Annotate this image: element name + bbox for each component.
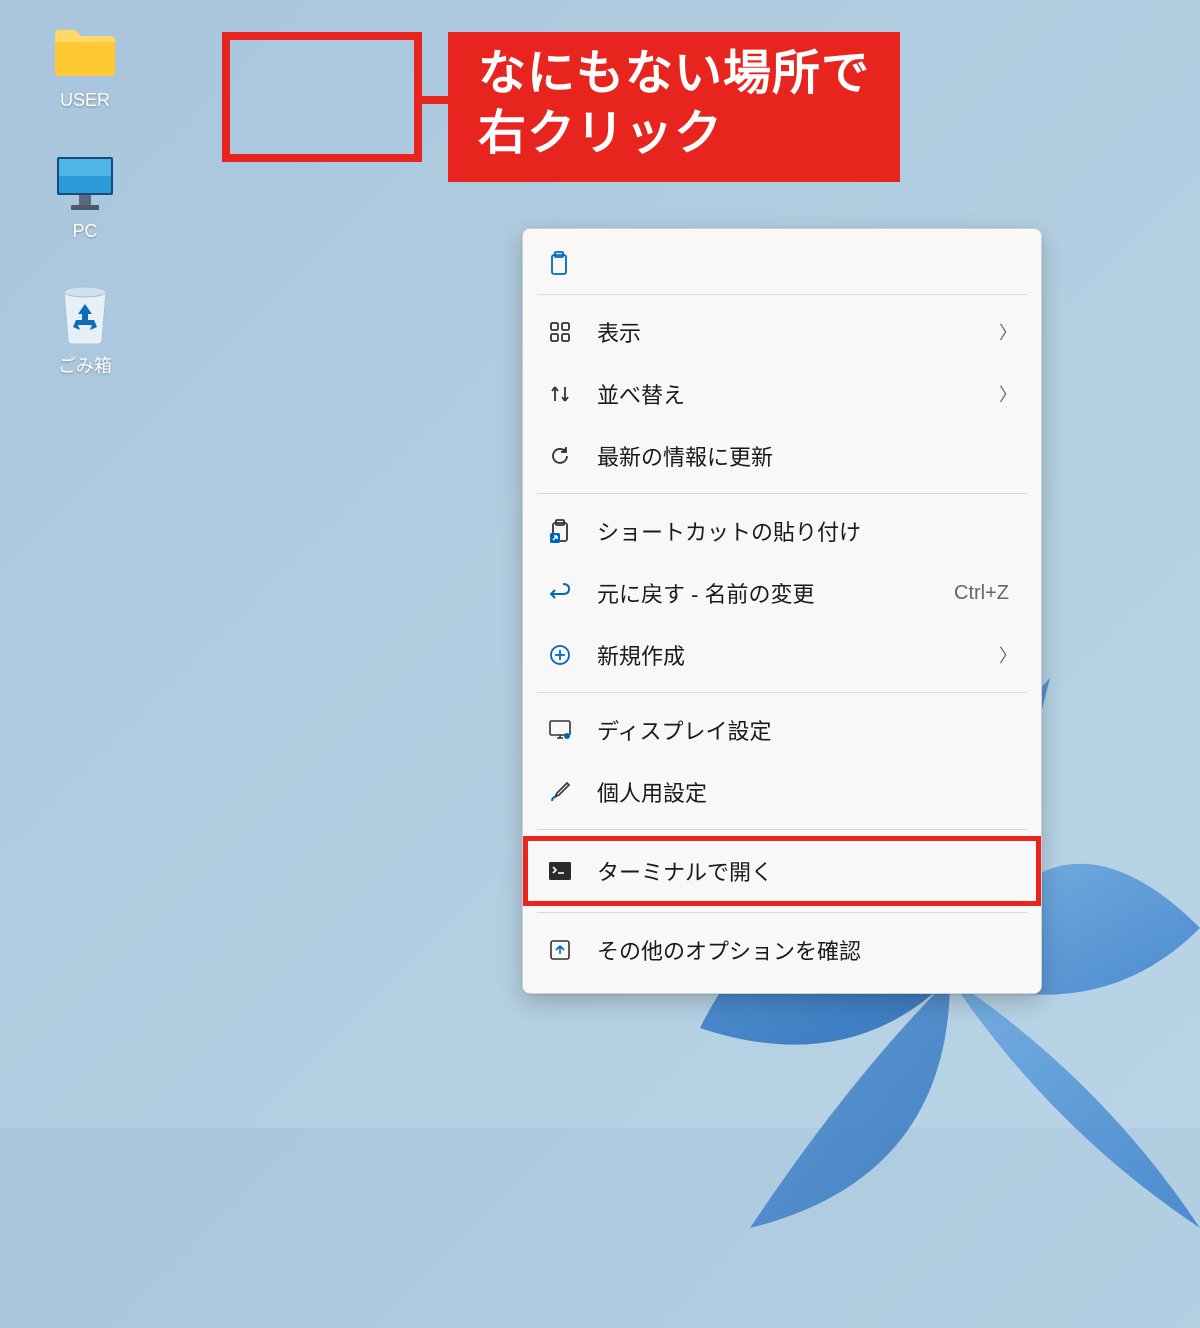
menu-item-sort[interactable]: 並べ替え 〉 [523, 363, 1041, 425]
menu-item-label: ショートカットの貼り付け [597, 515, 1017, 547]
menu-item-terminal[interactable]: ターミナルで開く [523, 836, 1041, 906]
menu-item-label: 並べ替え [597, 378, 999, 410]
menu-item-label: 個人用設定 [597, 776, 1017, 808]
undo-icon [547, 580, 573, 606]
menu-item-label: 元に戻す - 名前の変更 [597, 577, 954, 609]
menu-item-label: 新規作成 [597, 639, 999, 671]
menu-separator [537, 493, 1027, 494]
menu-item-label: 表示 [597, 316, 999, 348]
desktop-icons-column: USER PC ごみ箱 [40, 20, 130, 378]
desktop-icon-user-folder[interactable]: USER [40, 20, 130, 111]
menu-separator [537, 294, 1027, 295]
monitor-icon [53, 151, 117, 215]
menu-separator [537, 829, 1027, 830]
desktop-icon-label: ごみ箱 [58, 352, 112, 378]
terminal-icon [547, 858, 573, 884]
menu-separator [537, 692, 1027, 693]
annotation-text: なにもない場所で 右クリック [448, 32, 900, 182]
menu-item-new[interactable]: 新規作成 〉 [523, 624, 1041, 686]
menu-item-view[interactable]: 表示 〉 [523, 301, 1041, 363]
menu-item-paste-shortcut[interactable]: ショートカットの貼り付け [523, 500, 1041, 562]
desktop-context-menu: 表示 〉 並べ替え 〉 最新の情報に更新 [522, 228, 1042, 994]
paste-icon[interactable] [547, 264, 571, 281]
clipboard-row [523, 241, 1041, 288]
paintbrush-icon [547, 779, 573, 805]
menu-item-more-options[interactable]: その他のオプションを確認 [523, 919, 1041, 981]
desktop-icon-recycle-bin[interactable]: ごみ箱 [40, 282, 130, 378]
display-settings-icon [547, 717, 573, 743]
more-options-icon [547, 937, 573, 963]
chevron-right-icon: 〉 [999, 642, 1017, 668]
desktop-icon-label: PC [72, 221, 97, 242]
menu-item-shortcut: Ctrl+Z [954, 582, 1009, 605]
menu-item-personalize[interactable]: 個人用設定 [523, 761, 1041, 823]
recycle-bin-icon [53, 282, 117, 346]
annotation-highlight-box [222, 32, 422, 162]
menu-item-label: ターミナルで開く [597, 855, 1017, 887]
menu-item-label: その他のオプションを確認 [597, 934, 1017, 966]
desktop-icon-pc[interactable]: PC [40, 151, 130, 242]
menu-separator [537, 912, 1027, 913]
chevron-right-icon: 〉 [999, 319, 1017, 345]
menu-item-label: 最新の情報に更新 [597, 440, 1017, 472]
grid-icon [547, 319, 573, 345]
menu-item-label: ディスプレイ設定 [597, 714, 1017, 746]
desktop-icon-label: USER [60, 90, 110, 111]
sort-icon [547, 381, 573, 407]
paste-shortcut-icon [547, 518, 573, 544]
chevron-right-icon: 〉 [999, 381, 1017, 407]
folder-icon [53, 20, 117, 84]
refresh-icon [547, 443, 573, 469]
menu-item-refresh[interactable]: 最新の情報に更新 [523, 425, 1041, 487]
plus-circle-icon [547, 642, 573, 668]
menu-item-display-settings[interactable]: ディスプレイ設定 [523, 699, 1041, 761]
menu-item-undo[interactable]: 元に戻す - 名前の変更 Ctrl+Z [523, 562, 1041, 624]
